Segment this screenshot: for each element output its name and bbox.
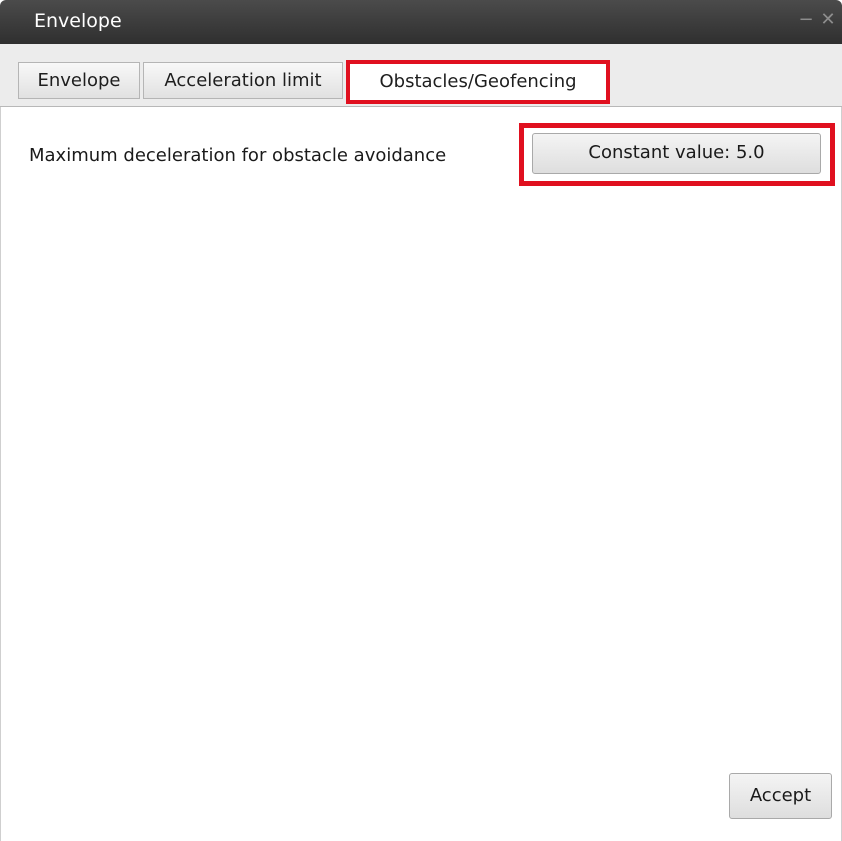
constant-value-button[interactable]: Constant value: 5.0	[532, 133, 821, 174]
accept-button[interactable]: Accept	[729, 773, 832, 819]
tab-obstacles-geofencing[interactable]: Obstacles/Geofencing	[346, 60, 610, 104]
max-deceleration-label: Maximum deceleration for obstacle avoida…	[29, 145, 447, 166]
minimize-icon[interactable]: −	[796, 10, 816, 30]
tab-acceleration-limit[interactable]: Acceleration limit	[143, 62, 343, 99]
window-title: Envelope	[34, 10, 122, 32]
close-icon[interactable]: ✕	[818, 10, 838, 30]
tab-content-panel: Maximum deceleration for obstacle avoida…	[0, 107, 842, 841]
title-bar: Envelope − ✕	[0, 0, 842, 44]
tab-envelope[interactable]: Envelope	[18, 62, 140, 99]
tab-bar: Envelope Acceleration limit Obstacles/Ge…	[0, 44, 842, 107]
envelope-window: Envelope − ✕ Envelope Acceleration limit…	[0, 0, 842, 841]
